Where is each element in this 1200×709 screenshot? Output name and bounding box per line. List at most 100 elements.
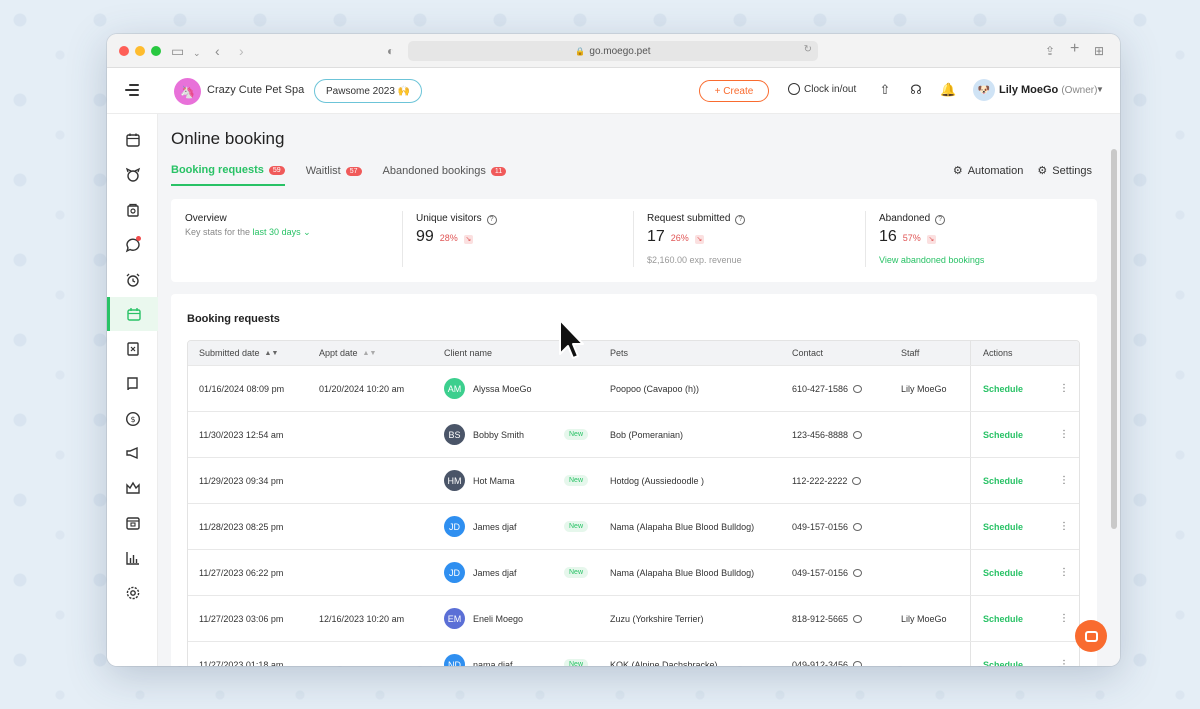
schedule-button[interactable]: Schedule (983, 430, 1023, 440)
schedule-button[interactable]: Schedule (983, 384, 1023, 394)
message-icon[interactable] (853, 568, 863, 577)
share-icon[interactable]: ⇪ (1045, 42, 1055, 60)
client-cell[interactable]: JD James djaf New (444, 504, 594, 549)
settings-button[interactable]: ⚙ Settings (1037, 164, 1092, 178)
chevron-down-icon[interactable]: ⌄ (193, 44, 201, 62)
sidebar-item-book[interactable] (107, 367, 158, 401)
sidebar-item-settings[interactable] (107, 576, 158, 610)
client-cell[interactable]: JD James djaf New (444, 550, 594, 595)
client-cell[interactable]: AM Alyssa MoeGo (444, 366, 594, 411)
client-name: Bobby Smith (473, 429, 525, 440)
col-submitted-date[interactable]: Submitted date ▲▼ (199, 341, 278, 365)
create-button[interactable]: + Create (699, 80, 769, 102)
menu-icon[interactable] (125, 84, 139, 99)
more-options-icon[interactable]: ⋮ (1059, 521, 1069, 532)
business-avatar[interactable]: 🦄 (174, 78, 201, 105)
help-icon[interactable]: ? (486, 215, 497, 225)
minimize-window-button[interactable] (135, 46, 145, 56)
sidebar-item-forms[interactable] (107, 332, 158, 366)
tab-overview-icon[interactable]: ⊞ (1094, 42, 1104, 60)
bell-icon[interactable]: 🔔 (940, 82, 956, 98)
help-icon[interactable]: ? (735, 215, 746, 225)
sidebar-item-marketing[interactable] (107, 436, 158, 470)
tab-waitlist[interactable]: Waitlist 57 (306, 164, 362, 186)
client-cell[interactable]: ND nama djaf New (444, 642, 594, 666)
message-icon[interactable] (852, 476, 862, 485)
client-cell[interactable]: BS Bobby Smith New (444, 412, 594, 457)
headset-icon[interactable]: ☊ (908, 82, 924, 98)
sidebar-item-membership[interactable] (107, 471, 158, 505)
sidebar-item-payments[interactable]: $ (107, 402, 158, 436)
tab-abandoned-bookings[interactable]: Abandoned bookings 11 (383, 164, 507, 186)
pawsome-button[interactable]: Pawsome 2023 🙌 (314, 79, 423, 103)
tab-booking-requests[interactable]: Booking requests 59 (171, 164, 285, 186)
sidebar-item-store[interactable] (107, 193, 158, 227)
clock-in-out-button[interactable]: Clock in/out (788, 83, 856, 95)
scrollbar[interactable] (1111, 149, 1117, 529)
table-row[interactable]: 11/30/2023 12:54 am BS Bobby Smith New B… (188, 411, 1079, 457)
sidebar-item-reminders[interactable] (107, 263, 158, 297)
sidebar-item-online-booking[interactable] (107, 297, 158, 331)
schedule-button[interactable]: Schedule (983, 568, 1023, 578)
caret-down-icon[interactable]: ▼ (1096, 85, 1104, 94)
new-client-badge: New (564, 475, 589, 486)
more-options-icon[interactable]: ⋮ (1059, 659, 1069, 666)
actions-cell: Schedule ⋮ (970, 642, 1079, 667)
more-options-icon[interactable]: ⋮ (1059, 613, 1069, 624)
sidebar-item-pets[interactable] (107, 158, 158, 192)
more-options-icon[interactable]: ⋮ (1059, 475, 1069, 486)
sidebar-toggle-icon[interactable]: ▭ (171, 42, 184, 60)
maximize-window-button[interactable] (151, 46, 161, 56)
more-options-icon[interactable]: ⋮ (1059, 567, 1069, 578)
new-client-badge: New (564, 429, 589, 440)
new-tab-icon[interactable]: + (1070, 40, 1079, 58)
back-icon[interactable]: ‹ (215, 42, 220, 60)
reload-icon[interactable]: ↻ (804, 44, 812, 55)
close-window-button[interactable] (119, 46, 129, 56)
client-cell[interactable]: HM Hot Mama New (444, 458, 594, 503)
address-bar[interactable]: 🔒 go.moego.pet ↻ (408, 41, 818, 61)
sidebar-item-calendar[interactable] (107, 123, 158, 157)
message-icon[interactable] (853, 614, 863, 623)
table-row[interactable]: 11/29/2023 09:34 pm HM Hot Mama New Hotd… (188, 457, 1079, 503)
sidebar-item-messages[interactable] (107, 228, 158, 262)
user-menu[interactable]: Lily MoeGo (Owner) (999, 84, 1097, 96)
more-options-icon[interactable]: ⋮ (1059, 429, 1069, 440)
client-avatar: EM (444, 608, 465, 629)
upload-icon[interactable]: ⇧ (877, 82, 893, 98)
schedule-button[interactable]: Schedule (983, 660, 1023, 667)
table-row[interactable]: 11/28/2023 08:25 pm JD James djaf New Na… (188, 503, 1079, 549)
message-icon[interactable] (853, 384, 863, 393)
user-avatar[interactable]: 🐶 (973, 79, 995, 101)
online-booking-icon (127, 308, 141, 321)
business-name[interactable]: Crazy Cute Pet Spa (207, 84, 304, 96)
schedule-button[interactable]: Schedule (983, 522, 1023, 532)
schedule-button[interactable]: Schedule (983, 614, 1023, 624)
shield-icon[interactable]: ◐ (387, 42, 394, 60)
client-avatar: AM (444, 378, 465, 399)
col-appt-date[interactable]: Appt date ▲▼ (319, 341, 376, 365)
date-range-dropdown[interactable]: last 30 days ⌄ (253, 227, 311, 237)
message-icon[interactable] (853, 430, 863, 439)
booking-requests-card: Booking requests Submitted date ▲▼ Appt d… (171, 294, 1097, 666)
message-icon[interactable] (853, 522, 863, 531)
phone-number: 610-427-1586 (792, 383, 849, 394)
table-row[interactable]: 11/27/2023 06:22 pm JD James djaf New Na… (188, 549, 1079, 595)
message-icon[interactable] (853, 660, 863, 666)
chat-support-button[interactable] (1075, 620, 1107, 652)
table-row[interactable]: 11/27/2023 01:18 am ND nama djaf New KOK… (188, 641, 1079, 666)
more-options-icon[interactable]: ⋮ (1059, 383, 1069, 394)
forward-icon[interactable]: › (239, 42, 244, 60)
sidebar-item-inbox[interactable] (107, 506, 158, 540)
main-content: Online booking Booking requests 59 Waitl… (158, 114, 1120, 666)
count-badge: 11 (490, 166, 507, 176)
sidebar-item-reports[interactable] (107, 541, 158, 575)
schedule-button[interactable]: Schedule (983, 476, 1023, 486)
automation-button[interactable]: ⚙ Automation (953, 164, 1024, 178)
table-row[interactable]: 01/16/2024 08:09 pm 01/20/2024 10:20 am … (188, 365, 1079, 411)
view-abandoned-link[interactable]: View abandoned bookings (879, 255, 984, 265)
table-row[interactable]: 11/27/2023 03:06 pm 12/16/2023 10:20 am … (188, 595, 1079, 641)
client-cell[interactable]: EM Eneli Moego (444, 596, 594, 641)
help-icon[interactable]: ? (935, 215, 946, 225)
client-name: Eneli Moego (473, 613, 524, 624)
